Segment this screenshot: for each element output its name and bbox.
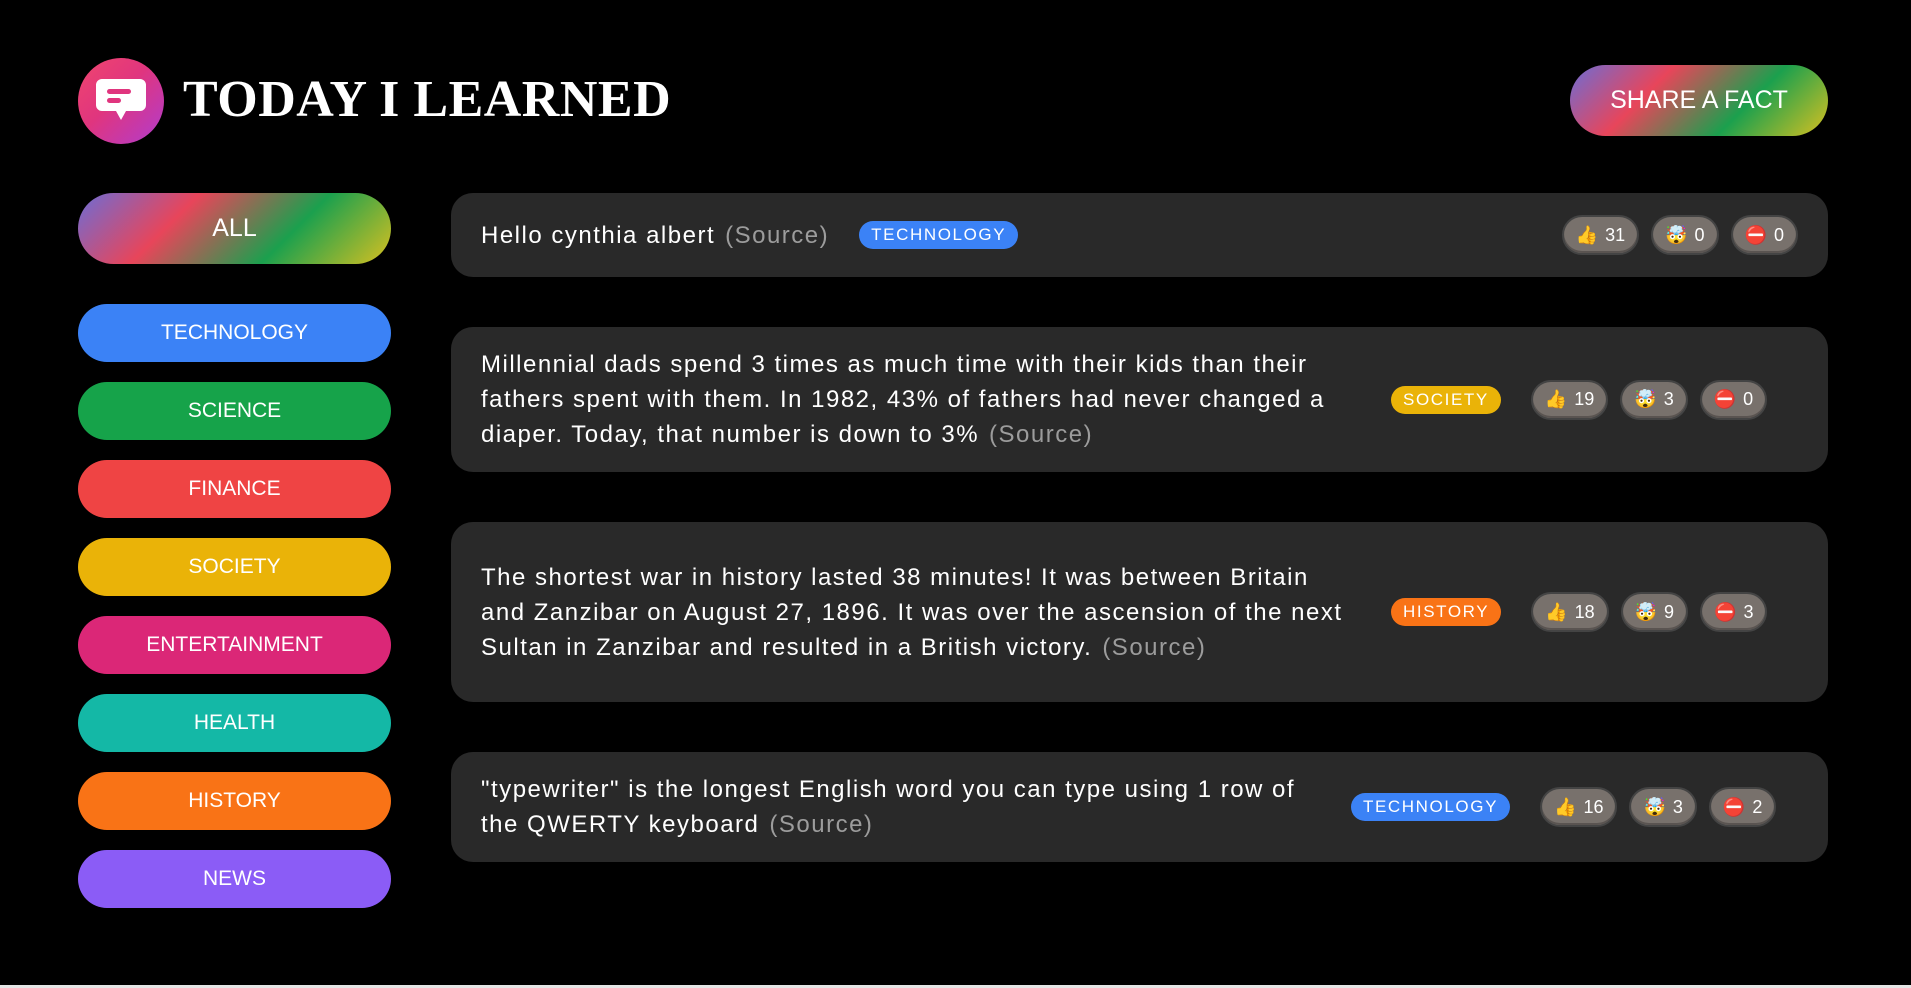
fact-card: The shortest war in history lasted 38 mi… bbox=[451, 522, 1828, 702]
vote-buttons: 👍 18 🤯 9 ⛔ 3 bbox=[1531, 592, 1768, 632]
mindblowing-vote-button[interactable]: 🤯 3 bbox=[1620, 379, 1688, 420]
thumbs-up-icon: 👍 bbox=[1545, 601, 1568, 622]
no-entry-icon: ⛔ bbox=[1744, 224, 1767, 245]
false-vote-button[interactable]: ⛔ 0 bbox=[1730, 215, 1798, 255]
false-count: 3 bbox=[1743, 601, 1754, 622]
exploding-head-icon: 🤯 bbox=[1643, 796, 1666, 817]
chat-bubble-icon bbox=[96, 79, 146, 120]
false-count: 2 bbox=[1752, 796, 1763, 817]
category-tag: TECHNOLOGY bbox=[1351, 793, 1511, 821]
false-vote-button[interactable]: ⛔ 3 bbox=[1700, 592, 1768, 632]
like-vote-button[interactable]: 👍 18 bbox=[1531, 592, 1609, 632]
mindblowing-count: 9 bbox=[1664, 601, 1675, 622]
category-item: HISTORY bbox=[78, 772, 391, 830]
mindblowing-vote-button[interactable]: 🤯 0 bbox=[1651, 215, 1719, 255]
category-item: HEALTH bbox=[78, 694, 391, 752]
like-vote-button[interactable]: 👍 19 bbox=[1530, 379, 1609, 420]
fact-card: "typewriter" is the longest English word… bbox=[451, 752, 1828, 862]
category-history-button[interactable]: HISTORY bbox=[78, 772, 391, 830]
category-item: TECHNOLOGY bbox=[78, 304, 391, 362]
like-vote-button[interactable]: 👍 31 bbox=[1561, 215, 1640, 255]
false-count: 0 bbox=[1743, 389, 1754, 409]
like-count: 16 bbox=[1583, 796, 1604, 817]
fact-card: Hello cynthia albert (Source) TECHNOLOGY … bbox=[451, 193, 1828, 277]
category-tag: HISTORY bbox=[1391, 598, 1502, 626]
fact-body: The shortest war in history lasted 38 mi… bbox=[481, 563, 1343, 661]
category-technology-button[interactable]: TECHNOLOGY bbox=[78, 304, 391, 362]
mindblowing-count: 0 bbox=[1694, 224, 1705, 245]
no-entry-icon: ⛔ bbox=[1722, 796, 1746, 817]
thumbs-up-icon: 👍 bbox=[1554, 796, 1577, 817]
thumbs-up-icon: 👍 bbox=[1575, 224, 1599, 245]
category-item: ENTERTAINMENT bbox=[78, 616, 391, 674]
logo bbox=[78, 58, 164, 144]
like-count: 31 bbox=[1605, 224, 1626, 245]
vote-buttons: 👍 31 🤯 0 ⛔ 0 bbox=[1561, 215, 1798, 255]
category-tag: TECHNOLOGY bbox=[859, 221, 1019, 249]
fact-body: Hello cynthia albert bbox=[481, 221, 716, 249]
mindblowing-vote-button[interactable]: 🤯 9 bbox=[1620, 592, 1689, 632]
category-entertainment-button[interactable]: ENTERTAINMENT bbox=[78, 616, 391, 674]
false-count: 0 bbox=[1773, 224, 1784, 245]
source-link[interactable]: (Source) bbox=[725, 222, 829, 249]
category-list: TECHNOLOGY SCIENCE FINANCE SOCIETY ENTER… bbox=[78, 304, 391, 908]
fact-text: Millennial dads spend 3 times as much ti… bbox=[481, 347, 1361, 452]
false-vote-button[interactable]: ⛔ 0 bbox=[1699, 379, 1768, 420]
source-link[interactable]: (Source) bbox=[989, 421, 1093, 448]
category-science-button[interactable]: SCIENCE bbox=[78, 382, 391, 440]
source-link[interactable]: (Source) bbox=[1102, 634, 1206, 661]
mindblowing-vote-button[interactable]: 🤯 3 bbox=[1629, 787, 1697, 827]
source-link[interactable]: (Source) bbox=[769, 811, 873, 838]
mindblowing-count: 3 bbox=[1663, 389, 1674, 409]
fact-card: Millennial dads spend 3 times as much ti… bbox=[451, 327, 1828, 472]
app-header: TODAY I LEARNED SHARE A FACT bbox=[78, 58, 1828, 144]
fact-text: Hello cynthia albert (Source) bbox=[481, 218, 829, 253]
fact-text: The shortest war in history lasted 38 mi… bbox=[481, 560, 1361, 665]
category-sidebar: ALL TECHNOLOGY SCIENCE FINANCE SOCIETY E… bbox=[78, 193, 391, 928]
category-item: SOCIETY bbox=[78, 538, 391, 596]
false-vote-button[interactable]: ⛔ 2 bbox=[1708, 787, 1777, 827]
category-health-button[interactable]: HEALTH bbox=[78, 694, 391, 752]
category-item: SCIENCE bbox=[78, 382, 391, 440]
share-fact-button[interactable]: SHARE A FACT bbox=[1570, 65, 1828, 136]
mindblowing-count: 3 bbox=[1672, 796, 1683, 817]
vote-buttons: 👍 16 🤯 3 ⛔ 2 bbox=[1540, 787, 1777, 827]
vote-buttons: 👍 19 🤯 3 ⛔ 0 bbox=[1530, 379, 1768, 420]
category-finance-button[interactable]: FINANCE bbox=[78, 460, 391, 518]
exploding-head-icon: 🤯 bbox=[1665, 224, 1688, 245]
category-item: FINANCE bbox=[78, 460, 391, 518]
thumbs-up-icon: 👍 bbox=[1544, 389, 1568, 409]
category-all-button[interactable]: ALL bbox=[78, 193, 391, 264]
no-entry-icon: ⛔ bbox=[1713, 389, 1737, 409]
category-news-button[interactable]: NEWS bbox=[78, 850, 391, 908]
like-count: 18 bbox=[1574, 601, 1595, 622]
like-vote-button[interactable]: 👍 16 bbox=[1540, 787, 1618, 827]
exploding-head-icon: 🤯 bbox=[1634, 389, 1657, 409]
fact-body: "typewriter" is the longest English word… bbox=[481, 776, 1296, 838]
fact-text: "typewriter" is the longest English word… bbox=[481, 772, 1321, 842]
category-society-button[interactable]: SOCIETY bbox=[78, 538, 391, 596]
no-entry-icon: ⛔ bbox=[1714, 601, 1737, 622]
exploding-head-icon: 🤯 bbox=[1634, 601, 1658, 622]
fact-body: Millennial dads spend 3 times as much ti… bbox=[481, 351, 1325, 448]
category-item: NEWS bbox=[78, 850, 391, 908]
page-title: TODAY I LEARNED bbox=[183, 71, 672, 128]
facts-list: Hello cynthia albert (Source) TECHNOLOGY … bbox=[451, 193, 1828, 912]
category-tag: SOCIETY bbox=[1391, 385, 1501, 414]
like-count: 19 bbox=[1574, 389, 1595, 409]
